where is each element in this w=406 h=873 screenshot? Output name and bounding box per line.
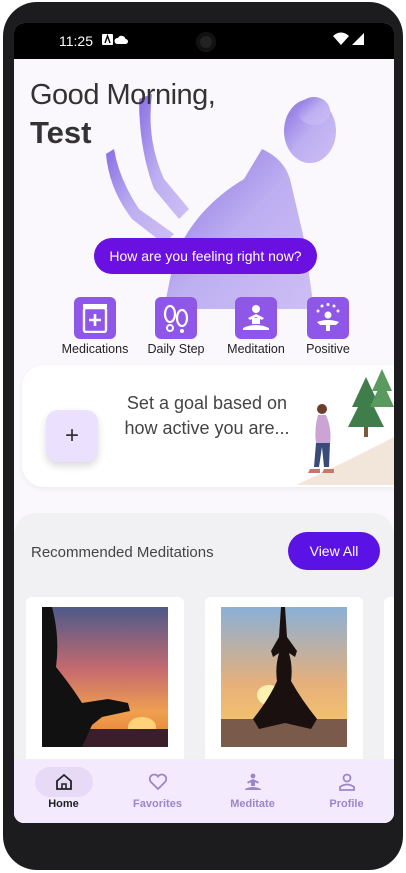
recommended-section: Recommended Meditations View All [14,513,394,777]
nav-label: Home [48,798,79,810]
notification-icons [102,33,130,50]
quick-action-label: Medications [61,342,129,356]
nav-profile[interactable]: Profile [299,767,394,810]
status-bar: 11:25 [14,23,394,59]
nav-label: Profile [329,798,364,810]
phone-frame: 11:25 Good Morning, Test How are you fee… [3,2,403,870]
nav-label: Favorites [133,798,182,810]
home-icon [34,767,93,797]
meditation-card[interactable] [205,597,363,777]
meditation-icon [235,297,277,339]
goal-card[interactable]: + Set a goal based on how active you are… [22,365,394,487]
goal-prompt-text: Set a goal based on how active you are..… [124,393,290,438]
walking-person-illustration [296,369,394,485]
nav-favorites[interactable]: Favorites [110,767,205,810]
recommended-title: Recommended Meditations [31,544,214,561]
meditation-sunset-image [42,607,168,747]
view-all-button[interactable]: View All [288,532,380,570]
quick-action-label: Positive [306,342,350,356]
meditation-card[interactable] [26,597,184,777]
heart-icon [129,767,187,797]
feeling-check-button[interactable]: How are you feeling right now? [94,238,317,274]
cloud-icon [102,33,128,45]
nav-label: Meditate [230,798,275,810]
add-goal-button[interactable]: + [46,410,98,462]
nav-meditate[interactable]: Meditate [205,767,300,810]
quick-action-positive[interactable]: Positive [283,297,373,356]
greeting-text: Good Morning, [30,79,216,111]
app-screen: 11:25 Good Morning, Test How are you fee… [14,23,394,823]
hero-section: Good Morning, Test How are you feeling r… [14,59,394,309]
signal-icons [332,32,366,49]
wifi-signal-icon [333,32,364,45]
profile-icon [318,767,376,797]
meditate-icon [224,767,282,797]
quick-action-daily-step[interactable]: Daily Step [131,297,221,356]
user-name: Test [30,115,92,150]
quick-action-medications[interactable]: Medications [50,297,140,356]
footsteps-icon [155,297,197,339]
meditation-beach-image [221,607,347,747]
quick-action-label: Daily Step [147,342,205,356]
home-content: Good Morning, Test How are you feeling r… [14,59,394,777]
bottom-navigation: Home Favorites Meditate Profile [14,759,394,823]
positive-icon [307,297,349,339]
nav-home[interactable]: Home [16,767,111,810]
medication-icon [74,297,116,339]
meditation-card-partial[interactable] [384,597,394,777]
status-time: 11:25 [59,33,93,49]
front-camera [196,32,216,52]
